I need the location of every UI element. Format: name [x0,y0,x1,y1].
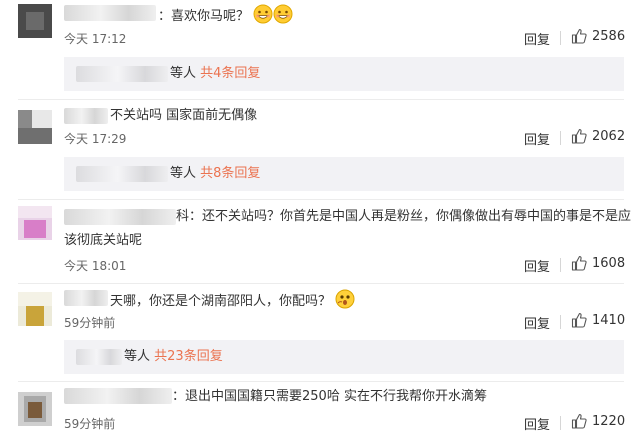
replies-who: 等人 [124,349,151,364]
like-count: 2586 [592,28,626,44]
divider-vertical [560,131,561,145]
thinking-face-icon [335,289,355,315]
comment-text: ：喜欢你马呢？ [158,4,293,30]
comment-1: ：喜欢你马呢？ 今天 17:12 回复 2586 等人 共4条回复 [0,0,640,92]
replies-preview[interactable]: 等人 共4条回复 [64,57,624,91]
avatar[interactable] [18,392,52,426]
thumbs-up-icon [571,255,587,271]
like-button[interactable]: 2586 [571,28,625,44]
username-blurred[interactable] [64,209,176,225]
divider-vertical [560,315,561,329]
replies-count-link[interactable]: 共8条回复 [200,166,260,181]
replies-who: 等人 [170,166,197,181]
grin-face-icon [273,4,293,30]
grin-face-icon [253,4,273,30]
comment-text: ：退出中国国籍只需要250哈 实在不行我帮你开水滴筹 [172,389,487,404]
reply-button[interactable]: 回复 [524,29,550,48]
divider-vertical [560,258,561,272]
like-count: 1410 [592,312,626,328]
like-count: 1220 [592,413,626,429]
username-blurred[interactable] [64,388,172,404]
thumbs-up-icon [571,28,587,44]
replies-count-link[interactable]: 共4条回复 [200,66,260,81]
comment-3: 科：还不关站吗？你首先是中国人再是粉丝，你偶像做出有辱中国的事是不是应 该彻底关… [0,200,640,280]
thumbs-up-icon [571,128,587,144]
avatar[interactable] [18,4,52,38]
username-blurred[interactable] [64,108,108,124]
avatar[interactable] [18,206,52,240]
comment-time: 59分钟前 [64,316,116,330]
avatar[interactable] [18,292,52,326]
comment-time: 59分钟前 [64,417,116,431]
comment-time: 今天 17:12 [64,32,127,46]
reply-user-blurred [76,66,168,82]
thumbs-up-icon [571,413,587,429]
comment-text: 不关站吗 国家面前无偶像 [110,108,258,123]
replies-preview[interactable]: 等人 共23条回复 [64,340,624,374]
divider-vertical [560,416,561,430]
comment-2: 不关站吗 国家面前无偶像 今天 17:29 回复 2062 等人 共8条回复 [0,100,640,192]
username-blurred[interactable] [64,290,108,306]
replies-who: 等人 [170,66,197,81]
avatar[interactable] [18,110,52,144]
divider-vertical [560,31,561,45]
like-button[interactable]: 1608 [571,255,625,271]
like-button[interactable]: 1220 [571,413,625,429]
comment-text: 科：还不关站吗？你首先是中国人再是粉丝，你偶像做出有辱中国的事是不是应 [176,209,632,224]
like-count: 1608 [592,255,626,271]
replies-preview[interactable]: 等人 共8条回复 [64,157,624,191]
reply-user-blurred [76,166,168,182]
comment-text-cont: 该彻底关站呢 [64,233,143,248]
username-blurred[interactable] [64,5,156,21]
reply-user-blurred [76,349,122,365]
comment-text: 天哪，你还是个湖南邵阳人，你配吗？ [110,289,355,315]
comment-5: ：退出中国国籍只需要250哈 实在不行我帮你开水滴筹 59分钟前 回复 1220 [0,382,640,435]
like-button[interactable]: 1410 [571,312,625,328]
comment-time: 今天 18:01 [64,259,127,273]
comment-4: 天哪，你还是个湖南邵阳人，你配吗？ 59分钟前 回复 1410 等人 共23条回… [0,284,640,380]
comment-time: 今天 17:29 [64,132,127,146]
reply-button[interactable]: 回复 [524,129,550,148]
reply-button[interactable]: 回复 [524,256,550,275]
like-button[interactable]: 2062 [571,128,625,144]
like-count: 2062 [592,128,626,144]
thumbs-up-icon [571,312,587,328]
reply-button[interactable]: 回复 [524,313,550,332]
replies-count-link[interactable]: 共23条回复 [154,349,223,364]
reply-button[interactable]: 回复 [524,414,550,433]
